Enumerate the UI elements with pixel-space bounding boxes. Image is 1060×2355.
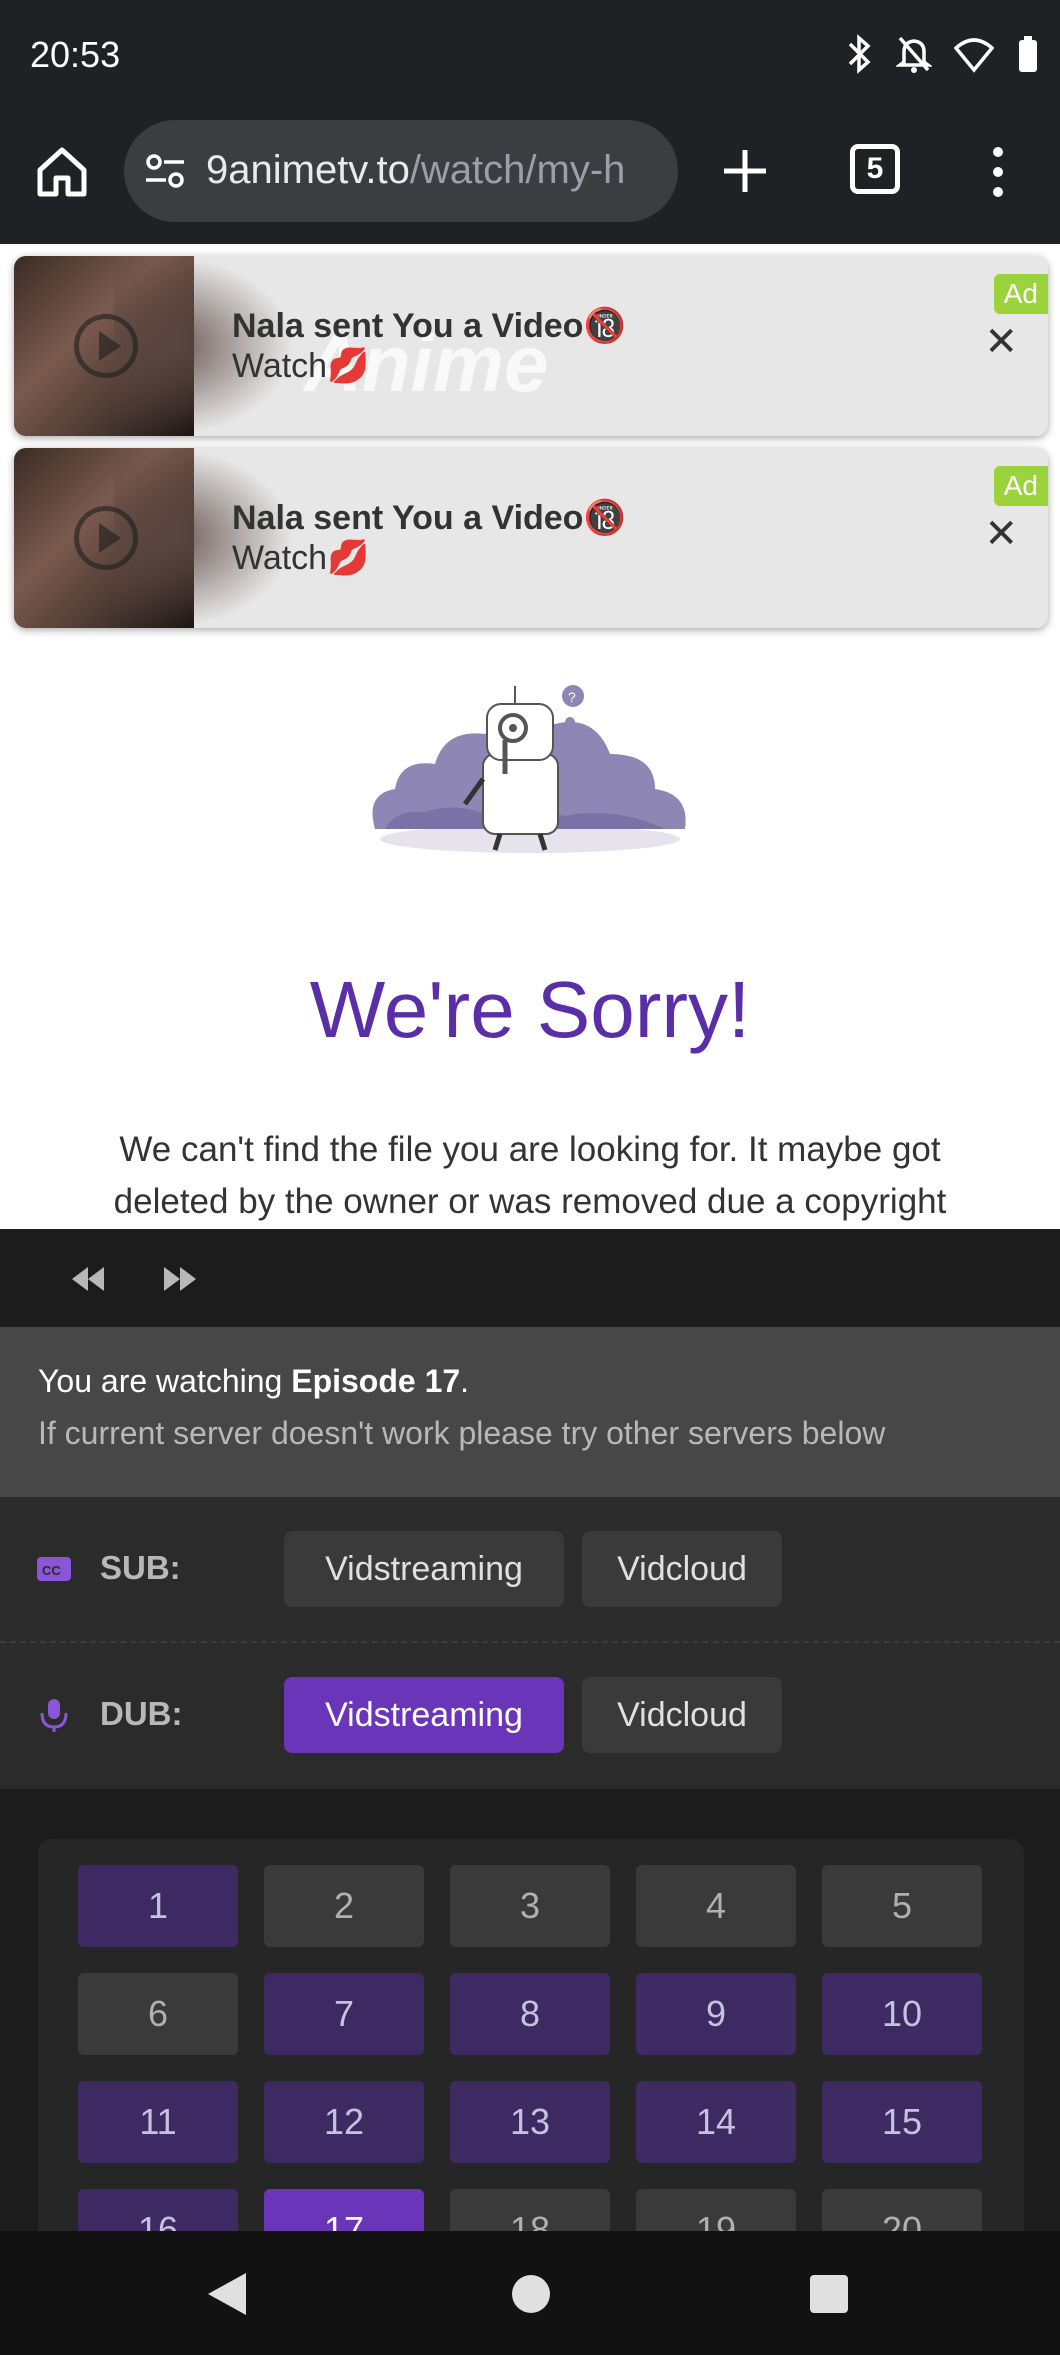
dub-server-vidstreaming[interactable]: Vidstreaming: [284, 1677, 564, 1753]
episode-button[interactable]: 18: [450, 2189, 610, 2231]
error-title: We're Sorry!: [309, 965, 751, 1054]
status-time: 20:53: [30, 34, 121, 75]
more-menu-icon[interactable]: [986, 142, 1010, 202]
watching-info: You are watching Episode 17. If current …: [0, 1327, 1060, 1497]
watching-prefix: You are watching: [38, 1363, 292, 1399]
ad-badge: Ad: [993, 466, 1048, 506]
closed-caption-icon: CC: [36, 1551, 72, 1587]
bell-off-icon: [894, 34, 934, 74]
wifi-icon: [953, 34, 995, 74]
back-icon[interactable]: [206, 2271, 248, 2322]
episode-section: 1 2 3 4 5 6 7 8 9 10 11 12 13 14 15 16 17 18 19 20: [0, 1789, 1060, 2231]
episode-grid: 1 2 3 4 5 6 7 8 9 10 11 12 13 14 15 16 17 18 19 20: [38, 1839, 1024, 2231]
page-content: Anime Nala sent You a Video🔞 Watch💋 ✕ Ad…: [0, 244, 1060, 1229]
episode-button[interactable]: 17: [264, 2189, 424, 2231]
episode-button[interactable]: 1: [78, 1865, 238, 1947]
episode-button[interactable]: 5: [822, 1865, 982, 1947]
episode-button[interactable]: 16: [78, 2189, 238, 2231]
ad-title: Nala sent You a Video🔞: [232, 307, 626, 345]
watching-episode: Episode 17: [291, 1363, 461, 1399]
next-episode-icon[interactable]: [162, 1265, 198, 1298]
ad-banner[interactable]: Nala sent You a Video🔞 Watch💋 ✕ Ad: [14, 448, 1048, 628]
server-row-dub: DUB: Vidstreaming Vidcloud: [0, 1643, 1060, 1789]
server-row-sub: CC SUB: Vidstreaming Vidcloud: [0, 1497, 1060, 1643]
watching-suffix: .: [460, 1363, 470, 1399]
browser-toolbar: 9animetv.to/watch/my-h 5: [0, 112, 1060, 244]
robot-illustration: ?: [365, 684, 695, 854]
server-hint: If current server doesn't work please tr…: [38, 1415, 886, 1451]
recents-icon[interactable]: [810, 2275, 848, 2313]
play-icon: [74, 314, 138, 378]
player-controls: [0, 1229, 1060, 1327]
svg-text:CC: CC: [42, 1563, 61, 1578]
sub-server-vidstreaming[interactable]: Vidstreaming: [284, 1531, 564, 1607]
address-bar[interactable]: 9animetv.to/watch/my-h: [124, 120, 678, 222]
episode-button[interactable]: 14: [636, 2081, 796, 2163]
svg-text:?: ?: [568, 689, 576, 705]
tab-switcher-button[interactable]: 5: [850, 144, 900, 194]
episode-button[interactable]: 2: [264, 1865, 424, 1947]
error-message: We can't find the file you are looking f…: [113, 1130, 947, 1221]
ad-title: Nala sent You a Video🔞: [232, 499, 626, 537]
episode-button[interactable]: 19: [636, 2189, 796, 2231]
ad-subtitle: Watch💋: [232, 539, 370, 577]
watching-text: You are watching Episode 17.: [38, 1363, 469, 1400]
episode-button[interactable]: 8: [450, 1973, 610, 2055]
episode-button[interactable]: 3: [450, 1865, 610, 1947]
bluetooth-icon: [846, 34, 874, 74]
ad-close-icon[interactable]: ✕: [984, 514, 1018, 554]
episode-button[interactable]: 4: [636, 1865, 796, 1947]
sub-label: SUB:: [100, 1549, 181, 1586]
ad-close-icon[interactable]: ✕: [984, 322, 1018, 362]
previous-episode-icon[interactable]: [70, 1265, 106, 1298]
site-settings-icon[interactable]: [144, 151, 186, 191]
url-path: /watch/my-h: [409, 148, 626, 192]
system-nav-bar: [0, 2231, 1060, 2355]
episode-button[interactable]: 12: [264, 2081, 424, 2163]
status-icons: [846, 34, 1040, 74]
new-tab-icon[interactable]: [720, 146, 770, 196]
episode-button[interactable]: 20: [822, 2189, 982, 2231]
microphone-icon: [36, 1697, 72, 1733]
ad-badge: Ad: [993, 274, 1048, 314]
server-list: CC SUB: Vidstreaming Vidcloud DUB: Vidst…: [0, 1497, 1060, 1789]
ad-banner[interactable]: Anime Nala sent You a Video🔞 Watch💋 ✕ Ad: [14, 256, 1048, 436]
episode-button[interactable]: 15: [822, 2081, 982, 2163]
episode-button[interactable]: 6: [78, 1973, 238, 2055]
ad-subtitle: Watch💋: [232, 347, 370, 385]
dub-server-vidcloud[interactable]: Vidcloud: [582, 1677, 782, 1753]
home-nav-icon[interactable]: [512, 2275, 550, 2313]
home-icon[interactable]: [30, 140, 94, 204]
episode-button[interactable]: 10: [822, 1973, 982, 2055]
battery-icon: [1016, 34, 1040, 74]
status-bar: 20:53: [0, 0, 1060, 112]
episode-button[interactable]: 11: [78, 2081, 238, 2163]
episode-button[interactable]: 7: [264, 1973, 424, 2055]
episode-button[interactable]: 9: [636, 1973, 796, 2055]
dub-label: DUB:: [100, 1695, 183, 1732]
play-icon: [74, 506, 138, 570]
url-host: 9animetv.to: [206, 148, 410, 192]
url-text[interactable]: 9animetv.to/watch/my-h: [206, 148, 656, 193]
sub-server-vidcloud[interactable]: Vidcloud: [582, 1531, 782, 1607]
episode-button[interactable]: 13: [450, 2081, 610, 2163]
